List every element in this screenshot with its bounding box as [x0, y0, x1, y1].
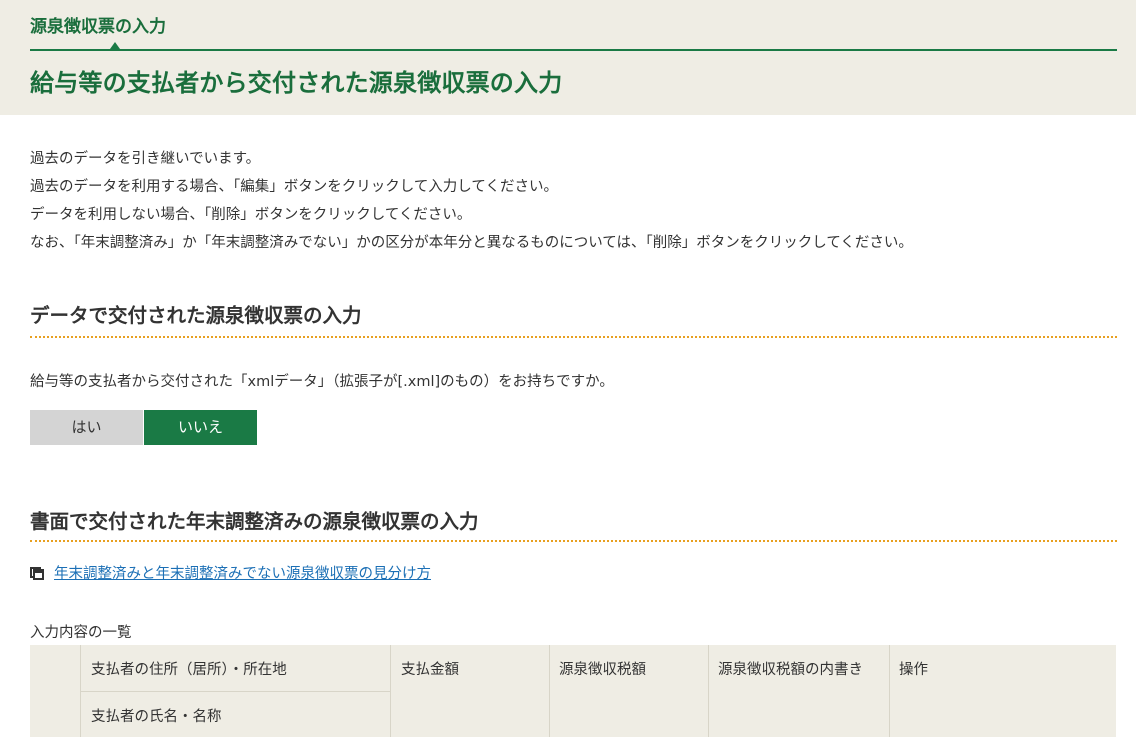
page-header: 源泉徴収票の入力 給与等の支払者から交付された源泉徴収票の入力 — [0, 0, 1136, 115]
intro-text: 過去のデータを引き継いでいます。 過去のデータを利用する場合、「編集」ボタンをク… — [30, 145, 913, 257]
page-title: 給与等の支払者から交付された源泉徴収票の入力 — [30, 69, 563, 97]
breadcrumb-pointer-icon — [110, 42, 120, 49]
breadcrumb: 源泉徴収票の入力 — [30, 17, 166, 37]
column-header-actions: 操作 — [899, 662, 928, 678]
new-window-icon — [30, 564, 46, 580]
distinguish-help-link[interactable]: 年末調整済みと年末調整済みでない源泉徴収票の見分け方 — [54, 562, 431, 583]
section-divider — [30, 540, 1117, 542]
list-caption: 入力内容の一覧 — [30, 625, 132, 641]
no-button[interactable]: いいえ — [144, 410, 257, 445]
yes-button[interactable]: はい — [30, 410, 143, 445]
intro-line: 過去のデータを引き継いでいます。 — [30, 151, 261, 167]
column-header-payer-address: 支払者の住所（居所）・所在地 — [91, 662, 287, 678]
data-section-heading: データで交付された源泉徴収票の入力 — [30, 304, 362, 327]
input-list-table: 支払者の住所（居所）・所在地 支払者の氏名・名称 支払金額 源泉徴収税額 源泉徴… — [30, 645, 1116, 737]
xml-question: 給与等の支払者から交付された「xmlデータ」（拡張子が[.xml]のもの）をお持… — [30, 374, 614, 390]
column-header-payer-name: 支払者の氏名・名称 — [91, 709, 222, 725]
intro-line: 過去のデータを利用する場合、「編集」ボタンをクリックして入力してください。 — [30, 179, 558, 195]
column-header-withholding-tax: 源泉徴収税額 — [559, 662, 646, 678]
column-header-payment-amount: 支払金額 — [401, 662, 459, 678]
section-divider — [30, 336, 1117, 338]
header-divider — [30, 49, 1117, 51]
column-header-tax-breakdown: 源泉徴収税額の内書き — [718, 662, 863, 678]
intro-line: データを利用しない場合、「削除」ボタンをクリックしてください。 — [30, 207, 472, 223]
help-link-row: 年末調整済みと年末調整済みでない源泉徴収票の見分け方 — [30, 561, 431, 583]
intro-line: なお、「年末調整済み」か「年末調整済みでない」かの区分が本年分と異なるものについ… — [30, 235, 913, 251]
paper-section-heading: 書面で交付された年末調整済みの源泉徴収票の入力 — [30, 510, 479, 533]
